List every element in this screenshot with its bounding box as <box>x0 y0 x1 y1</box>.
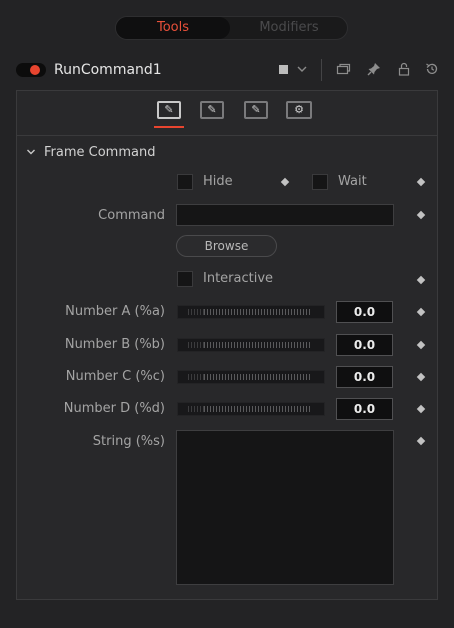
number-a-slider[interactable] <box>177 305 325 319</box>
tab-modifiers[interactable]: Modifiers <box>232 17 346 39</box>
command-field[interactable] <box>176 204 394 226</box>
number-c-slider[interactable] <box>177 370 325 384</box>
header-divider <box>321 59 322 81</box>
frame-tab[interactable]: ✎ <box>157 101 181 119</box>
number-c-field[interactable]: 0.0 <box>336 366 393 388</box>
number-d-field[interactable]: 0.0 <box>336 398 393 420</box>
wait-label: Wait <box>338 174 367 189</box>
section-title[interactable]: Frame Command <box>44 145 155 161</box>
toggle-on-indicator <box>30 65 40 75</box>
reset-icon[interactable] <box>424 61 440 82</box>
string-label: String (%s) <box>92 434 165 449</box>
interactive-checkbox[interactable] <box>177 271 193 287</box>
number-d-label: Number D (%d) <box>63 401 165 416</box>
control-tabs-divider <box>17 135 437 136</box>
chevron-down-icon[interactable] <box>296 62 308 79</box>
number-a-label: Number A (%a) <box>65 304 165 319</box>
string-textarea[interactable] <box>176 430 394 585</box>
tool-color-swatch[interactable] <box>279 65 288 74</box>
number-a-field[interactable]: 0.0 <box>336 301 393 323</box>
number-d-slider[interactable] <box>177 402 325 416</box>
start-tab[interactable]: ✎ <box>200 101 224 119</box>
hide-checkbox[interactable] <box>177 174 193 190</box>
gear-icon: ⚙ <box>294 103 304 116</box>
interactive-label: Interactive <box>203 271 274 286</box>
number-b-slider[interactable] <box>177 338 325 352</box>
wand-icon: ✎ <box>207 103 217 116</box>
number-c-label: Number C (%c) <box>65 369 165 384</box>
tab-tools[interactable]: Tools <box>116 17 230 39</box>
tool-name: RunCommand1 <box>54 62 162 78</box>
wand-icon: ✎ <box>251 103 261 116</box>
number-b-field[interactable]: 0.0 <box>336 334 393 356</box>
number-b-label: Number B (%b) <box>64 337 165 352</box>
lock-icon[interactable] <box>396 61 412 82</box>
pin-icon[interactable] <box>366 61 382 82</box>
wait-checkbox[interactable] <box>312 174 328 190</box>
hide-label: Hide <box>203 174 233 189</box>
chevron-down-icon[interactable] <box>26 146 36 161</box>
settings-tab[interactable]: ⚙ <box>286 101 312 119</box>
command-label: Command <box>98 208 165 223</box>
window-icon[interactable] <box>335 61 351 82</box>
active-tab-underline <box>154 126 184 128</box>
wand-icon: ✎ <box>164 103 174 116</box>
end-tab[interactable]: ✎ <box>244 101 268 119</box>
browse-button[interactable]: Browse <box>176 235 277 257</box>
